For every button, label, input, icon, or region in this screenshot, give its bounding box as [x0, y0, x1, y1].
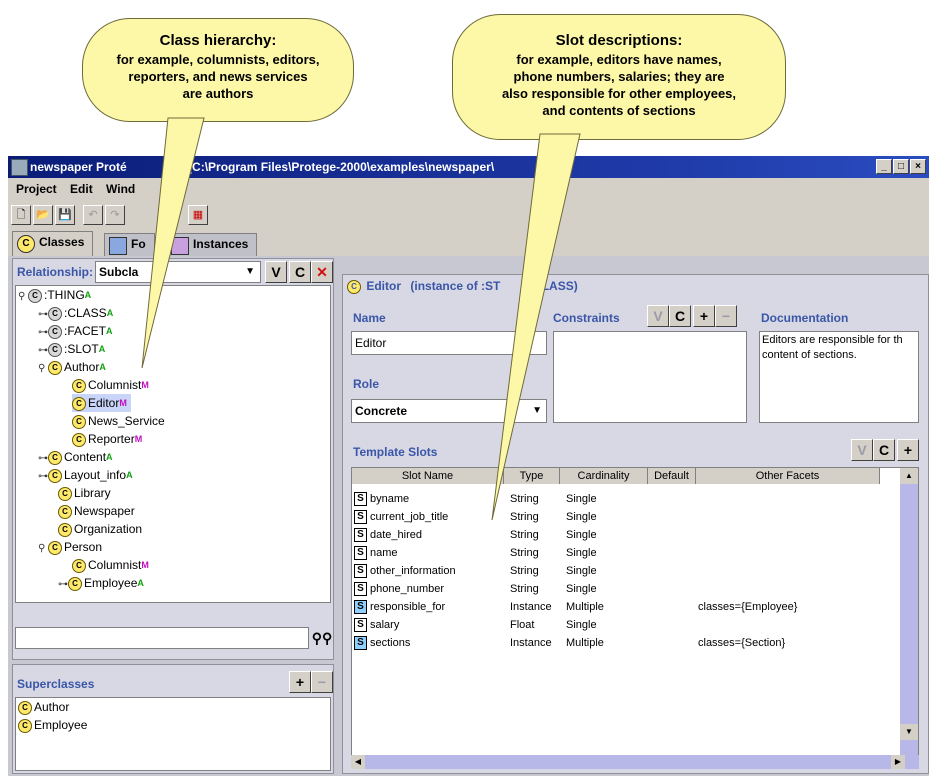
slot-callout-pointer — [491, 133, 581, 521]
class-callout-pointer — [141, 117, 205, 369]
callout-pointers — [141, 117, 581, 521]
